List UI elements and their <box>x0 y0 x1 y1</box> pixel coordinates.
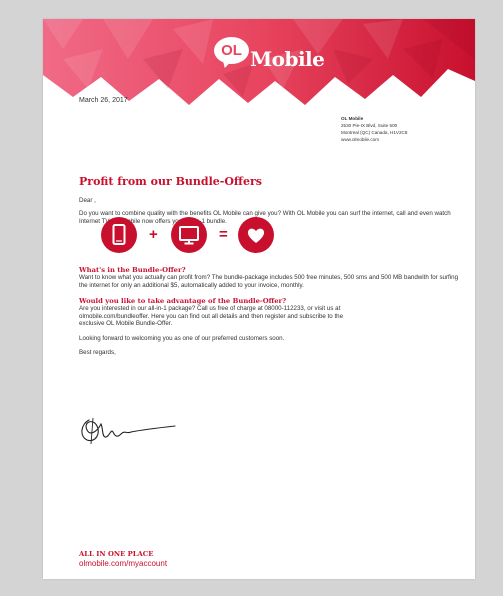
footer-heading: ALL IN ONE PLACE <box>79 550 154 558</box>
regards: Best regards, <box>79 349 116 356</box>
sender-website: www.olmobile.com <box>341 137 380 142</box>
monitor-circle <box>171 217 207 253</box>
sender-address-block: OL Mobile 2530 Pie-IX Blvd, Suite 500 Mo… <box>341 115 407 143</box>
section1-heading: What's in the Bundle-Offer? <box>79 266 186 274</box>
section1-body: Want to know what you actually can profi… <box>79 274 459 289</box>
equals-sign: = <box>219 226 228 243</box>
monitor-icon <box>179 226 199 245</box>
phone-icon <box>112 224 126 245</box>
heart-icon <box>247 228 265 243</box>
letter-date: March 26, 2017 <box>79 97 128 104</box>
sender-address-line2: Montreal (QC) Canada, H1V2C8 <box>341 130 408 135</box>
letter-title: Profit from our Bundle-Offers <box>79 175 262 188</box>
plus-sign: + <box>149 226 158 243</box>
salutation: Dear , <box>79 197 96 204</box>
letter-page: OL Mobile March 26, 2017 OL Mobile 2530 … <box>43 19 475 579</box>
signature <box>81 417 176 445</box>
closing-line: Looking forward to welcoming you as one … <box>79 335 285 342</box>
section2-body: Are you interested in our all-in-1 packa… <box>79 305 344 328</box>
heart-circle <box>238 217 274 253</box>
logo-wordmark: Mobile <box>250 47 325 71</box>
section2-heading: Would you like to take advantage of the … <box>79 297 287 305</box>
logo-badge: OL <box>214 37 249 64</box>
phone-circle <box>101 217 137 253</box>
footer-url[interactable]: olmobile.com/myaccount <box>79 559 167 568</box>
sender-company: OL Mobile <box>341 116 364 121</box>
sender-address-line1: 2530 Pie-IX Blvd, Suite 500 <box>341 123 398 128</box>
